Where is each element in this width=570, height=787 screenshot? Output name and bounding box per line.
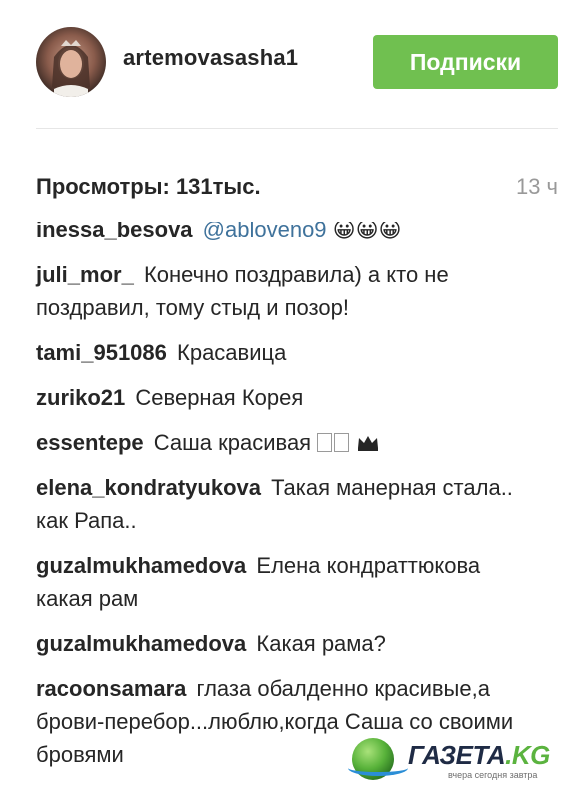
site-watermark: ГАЗЕТА.KG вчера сегодня завтра [348,734,567,784]
watermark-tagline: вчера сегодня завтра [448,770,538,780]
comment-username[interactable]: tami_951086 [36,340,167,365]
missing-glyph-icon [334,433,350,452]
views-count: Просмотры: 131тыс. [36,174,261,199]
comment-item: elena_kondratyukova Такая манерная стала… [36,471,536,537]
comment-username[interactable]: essentepe [36,430,144,455]
comment-text: Красавица [177,340,287,365]
comment-item: guzalmukhamedova Какая рама? [36,627,536,660]
comment-item: guzalmukhamedova Елена кондраттюкова как… [36,549,536,615]
comment-username[interactable]: inessa_besova [36,222,193,242]
comment-emoji: 😀😀😀 [332,222,402,242]
comment-item: inessa_besova @abloveno9 😀😀😀 [36,222,536,246]
username[interactable]: artemovasasha1 [123,45,298,71]
crown-icon [358,436,379,451]
comment-item: tami_951086 Красавица [36,336,536,369]
comment-username[interactable]: guzalmukhamedova [36,553,246,578]
follow-button[interactable]: Подписки [373,35,558,89]
avatar-photo-icon [52,40,90,97]
comment-username[interactable]: guzalmukhamedova [36,631,246,656]
comment-item: zuriko21 Северная Корея [36,381,536,414]
comment-username[interactable]: zuriko21 [36,385,125,410]
comment-text: Северная Корея [135,385,304,410]
comment-item: juli_mor_ Конечно поздравила) а кто не п… [36,258,536,324]
swoosh-logo-icon [348,760,408,776]
comment-username[interactable]: racoonsamara [36,676,186,701]
comments-list[interactable]: inessa_besova @abloveno9 😀😀😀 juli_mor_ К… [0,222,570,787]
comment-text: Саша красивая [153,430,312,455]
post-header: artemovasasha1 Подписки [0,0,570,128]
comment-username[interactable]: elena_kondratyukova [36,475,261,500]
watermark-brand: ГАЗЕТА.KG [408,740,550,770]
comment-username[interactable]: juli_mor_ [36,262,134,287]
comment-mention[interactable]: @abloveno9 [203,222,327,242]
missing-glyph-icon [317,433,333,452]
post-time: 13 ч [515,174,558,199]
comment-item: essentepe Саша красивая [36,426,536,459]
comment-text: Какая рама? [256,631,386,656]
avatar[interactable] [36,27,106,97]
header-divider [36,128,558,129]
